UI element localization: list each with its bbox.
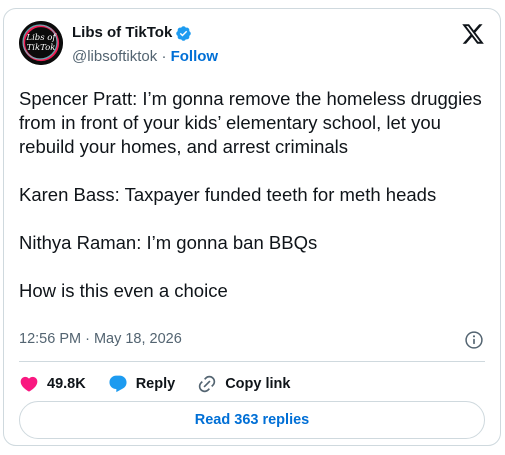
info-icon[interactable] (464, 330, 484, 350)
author-name-row: Libs of TikTok (72, 24, 192, 42)
read-replies-button[interactable]: Read 363 replies (19, 401, 485, 439)
copy-link-button[interactable]: Copy link (197, 374, 290, 394)
heart-icon (20, 376, 38, 392)
avatar-text-line2: TikTok (27, 43, 56, 53)
copy-link-label: Copy link (225, 376, 291, 392)
verified-badge-icon (176, 25, 192, 41)
handle-row: @libsoftiktok · Follow (72, 48, 218, 66)
avatar-logo-icon: Libs of TikTok (19, 21, 63, 65)
tweet-card: Libs of TikTok Libs of TikTok @libsoftik… (3, 8, 501, 446)
author-name[interactable]: Libs of TikTok (72, 24, 172, 42)
handle-separator: · (161, 48, 167, 65)
author-handle[interactable]: @libsoftiktok (72, 48, 157, 65)
link-icon (199, 375, 216, 393)
like-count: 49.8K (47, 376, 86, 392)
divider (19, 361, 485, 362)
reply-button[interactable]: Reply (108, 374, 176, 394)
follow-button[interactable]: Follow (171, 48, 219, 65)
tweet-paragraph-4: How is this even a choice (19, 280, 228, 301)
tweet-timestamp[interactable]: 12:56 PM · May 18, 2026 (19, 331, 182, 347)
tweet-paragraph-2: Karen Bass: Taxpayer funded teeth for me… (19, 184, 437, 205)
avatar[interactable]: Libs of TikTok (19, 21, 63, 65)
like-button[interactable]: 49.8K (19, 374, 86, 394)
x-logo-icon[interactable] (461, 22, 485, 46)
tweet-paragraph-3: Nithya Raman: I’m gonna ban BBQs (19, 232, 318, 253)
tweet-paragraph-1: Spencer Pratt: I’m gonna remove the home… (19, 88, 482, 157)
tweet-text: Spencer Pratt: I’m gonna remove the home… (19, 87, 489, 303)
reply-bubble-icon (109, 375, 127, 393)
reply-label: Reply (135, 376, 176, 392)
action-bar: 49.8K Reply Copy link (19, 371, 312, 397)
avatar-text-line1: Libs of (25, 33, 57, 43)
